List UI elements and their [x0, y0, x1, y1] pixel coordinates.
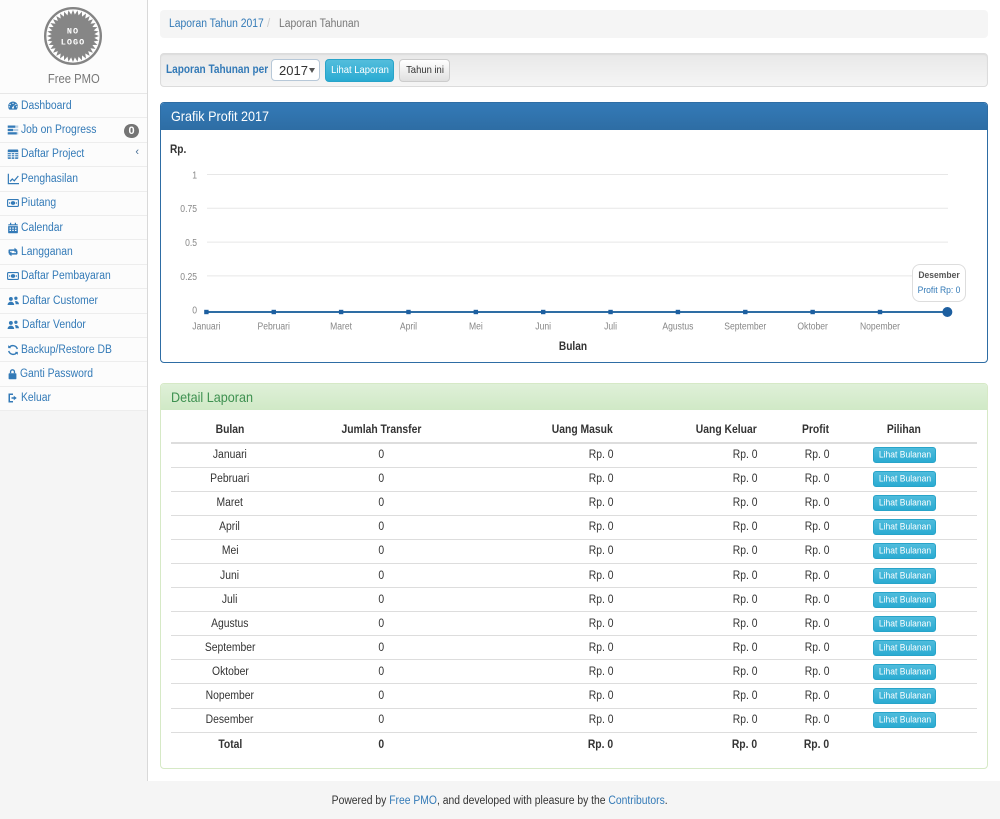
- svg-text:0.75: 0.75: [180, 204, 197, 215]
- svg-text:Januari: Januari: [192, 322, 220, 333]
- svg-text:September: September: [724, 322, 767, 333]
- svg-text:Mei: Mei: [469, 322, 483, 333]
- svg-text:Juli: Juli: [604, 322, 617, 333]
- svg-text:0: 0: [192, 306, 197, 317]
- svg-text:1: 1: [192, 170, 197, 181]
- svg-text:LOGO: LOGO: [61, 38, 85, 48]
- svg-text:Agustus: Agustus: [662, 322, 693, 333]
- svg-text:Oktober: Oktober: [797, 322, 828, 333]
- svg-text:Rp.: Rp.: [170, 144, 186, 156]
- svg-text:April: April: [400, 322, 417, 333]
- svg-text:Bulan: Bulan: [559, 341, 587, 353]
- svg-text:0.5: 0.5: [185, 238, 197, 249]
- svg-text:NO: NO: [67, 27, 79, 37]
- svg-text:Pebruari: Pebruari: [258, 322, 290, 333]
- svg-text:0.25: 0.25: [180, 272, 197, 283]
- svg-text:Juni: Juni: [535, 322, 551, 333]
- svg-text:Maret: Maret: [330, 322, 352, 333]
- svg-text:Nopember: Nopember: [860, 322, 901, 333]
